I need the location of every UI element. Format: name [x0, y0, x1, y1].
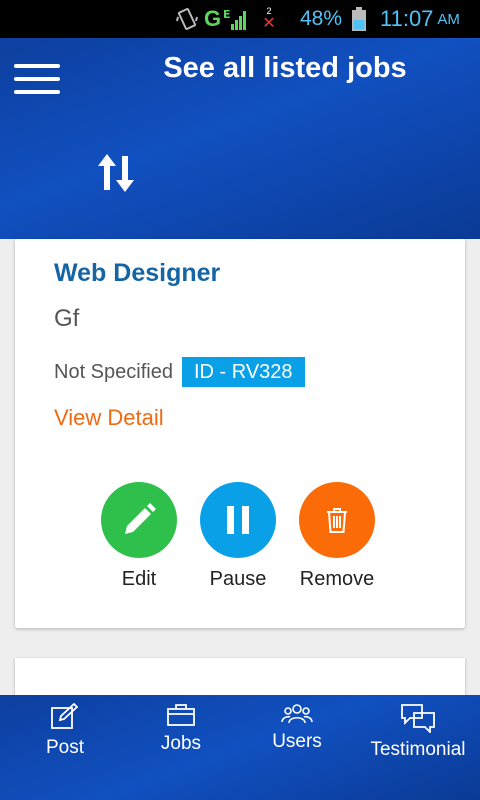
- remove-button[interactable]: Remove: [287, 482, 387, 591]
- job-card: Web Designer Gf Not Specified ID - RV328…: [15, 239, 465, 628]
- edit-label: Edit: [121, 568, 157, 590]
- pause-icon[interactable]: [200, 482, 276, 558]
- signal-icon: G E: [204, 0, 256, 38]
- pause-label: Pause: [209, 568, 267, 590]
- bottom-nav: Post Jobs Users Testimonial: [0, 695, 480, 800]
- pause-button[interactable]: Pause: [188, 482, 288, 591]
- pencil-icon[interactable]: [101, 482, 177, 558]
- nav-users-label: Users: [272, 731, 322, 752]
- sim2-no-signal-icon: 2 ✕: [262, 6, 276, 32]
- clock: 11:07 AM: [380, 0, 460, 38]
- page-title: See all listed jobs: [163, 52, 407, 84]
- nav-post[interactable]: Post: [30, 703, 100, 759]
- nav-jobs[interactable]: Jobs: [146, 703, 216, 755]
- job-id-badge: ID - RV328: [181, 357, 305, 387]
- vibrate-icon: [176, 0, 200, 38]
- job-meta: Not Specified ID - RV328: [54, 357, 305, 387]
- nav-testimonial[interactable]: Testimonial: [360, 703, 476, 761]
- edit-button[interactable]: Edit: [89, 482, 189, 591]
- clock-time: 11:07: [380, 6, 434, 31]
- network-type: G: [204, 6, 222, 31]
- job-type: Not Specified: [54, 360, 173, 383]
- battery-icon: [352, 0, 370, 38]
- nav-post-label: Post: [45, 737, 85, 758]
- job-company: Gf: [54, 305, 80, 332]
- app-header: See all listed jobs: [0, 38, 480, 239]
- edit-square-icon: [51, 703, 79, 729]
- battery-percent: 48%: [300, 7, 343, 30]
- nav-jobs-label: Jobs: [160, 733, 202, 754]
- trash-icon[interactable]: [299, 482, 375, 558]
- nav-users[interactable]: Users: [262, 703, 332, 753]
- chat-bubbles-icon: [401, 704, 435, 733]
- svg-text:E: E: [223, 8, 231, 21]
- status-bar: G E 2 ✕ 48% 11:07 AM: [0, 0, 480, 38]
- view-detail-link[interactable]: View Detail: [54, 405, 164, 431]
- remove-label: Remove: [299, 568, 375, 590]
- clock-ampm: AM: [437, 10, 460, 28]
- briefcase-icon: [167, 704, 195, 726]
- nav-testimonial-label: Testimonial: [370, 739, 466, 760]
- users-icon: [281, 704, 313, 724]
- sort-icon[interactable]: [96, 152, 136, 194]
- job-title: Web Designer: [54, 259, 221, 287]
